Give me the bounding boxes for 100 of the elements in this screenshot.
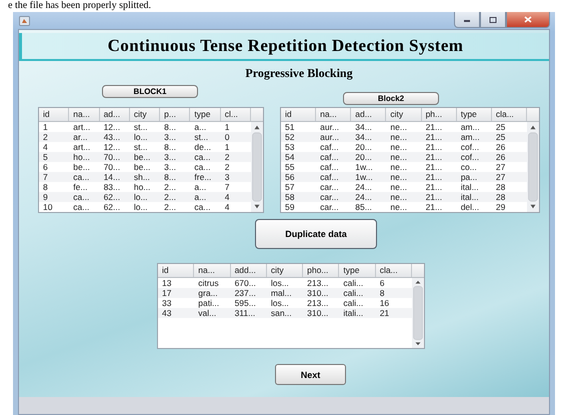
table-cell-text: 55 (284, 162, 296, 172)
table-cell-text: 7 (224, 182, 230, 192)
column-header[interactable]: type (456, 108, 492, 121)
table-cell-text: los... (270, 278, 290, 288)
column-header[interactable]: city (266, 264, 304, 277)
table-cell-text: 34... (354, 132, 373, 142)
column-header[interactable]: na... (69, 108, 100, 121)
table-cell-text: 3... (163, 162, 177, 172)
scrollbar-icon[interactable] (251, 122, 263, 212)
close-button[interactable] (506, 12, 550, 28)
table-cell-text: 1 (224, 142, 230, 152)
duplicate-data-button[interactable]: Duplicate data (255, 219, 377, 249)
document-text: e the file has been properly splitted. (7, 0, 152, 12)
table-cell-text: caf... (319, 172, 340, 182)
table-cell-text: 28 (494, 182, 506, 192)
table-cell-text: 6 (42, 162, 49, 172)
table-cell-text: 6 (378, 278, 386, 288)
table-cell-text: 595... (234, 298, 257, 308)
table-cell-text: 57 (284, 182, 296, 192)
table-cell-text: ne... (389, 192, 408, 202)
data-table[interactable] (280, 107, 540, 213)
table-cell-text: 26 (494, 152, 506, 162)
table-cell-text: 21... (424, 132, 444, 142)
column-header[interactable]: ad... (100, 108, 130, 121)
minimize-button[interactable] (454, 12, 480, 28)
table-cell-text: 9 (42, 192, 49, 202)
column-header[interactable]: cla... (376, 264, 412, 277)
table-cell-text: ca... (193, 202, 212, 212)
table-cell-text: 26 (494, 142, 506, 152)
table-cell-text: 21... (424, 162, 444, 172)
table-cell-text: lo... (132, 202, 149, 212)
table-cell-text: 24... (354, 182, 373, 192)
table-cell-text: car... (319, 202, 340, 212)
maximize-button[interactable] (480, 12, 506, 28)
column-header[interactable]: ad... (351, 108, 386, 121)
table-cell-text: 21... (424, 152, 444, 162)
table-cell-text: ne... (389, 152, 408, 162)
table-cell-text: ne... (389, 162, 408, 172)
table-cell-text: ca... (193, 162, 212, 172)
column-header[interactable]: pho... (303, 264, 340, 277)
table-cell-text: de... (193, 142, 212, 152)
table-cell-text: ar... (72, 132, 88, 142)
column-header[interactable]: na... (316, 108, 352, 121)
table-cell-text: 3 (224, 172, 230, 182)
column-header[interactable]: id (158, 264, 194, 277)
close-icon (524, 16, 532, 23)
table-cell-text: cali... (342, 278, 364, 288)
column-header[interactable]: cl... (220, 108, 251, 121)
column-header[interactable]: add... (230, 264, 267, 277)
table-cell-text: 56 (284, 172, 296, 182)
column-header[interactable]: type (339, 264, 376, 277)
table-cell-text: 28 (494, 192, 506, 202)
table-cell-text: 2 (224, 162, 230, 172)
block-button[interactable]: BLOCK1 (102, 85, 198, 98)
table-cell-text: ne... (389, 182, 408, 192)
data-table[interactable] (38, 107, 264, 213)
table-cell-text: gra... (197, 288, 219, 298)
block-button[interactable]: Block2 (343, 92, 439, 105)
scrollbar-icon[interactable] (412, 278, 424, 348)
data-table[interactable] (157, 263, 425, 349)
table-cell-text: 70... (102, 162, 122, 172)
table-cell-text: 20... (354, 142, 373, 152)
column-header[interactable]: cla... (492, 108, 527, 121)
column-header[interactable]: p... (160, 108, 190, 121)
table-cell-text: co... (460, 162, 478, 172)
table-cell-text: ne... (389, 132, 408, 142)
column-header[interactable]: id (39, 108, 70, 121)
table-cell-text: val... (197, 308, 218, 318)
table-cell-text: 53 (284, 142, 296, 152)
table-cell-text: am... (460, 122, 481, 132)
table-cell-text: 2... (163, 202, 177, 212)
table-cell-text: 21... (424, 192, 444, 202)
table-cell-text: fre... (193, 172, 212, 182)
column-header[interactable]: id (281, 108, 316, 121)
table-cell-text: ne... (389, 142, 408, 152)
column-header[interactable]: ph... (422, 108, 457, 121)
table-cell-text: 8... (163, 172, 177, 182)
table-cell-text: 21 (378, 308, 390, 318)
scrollbar-icon[interactable] (527, 122, 539, 212)
table-cell-text: 12... (102, 122, 122, 132)
table-cell-text: 27 (494, 162, 506, 172)
table-cell-text: 70... (102, 152, 122, 162)
table-cell-text: st... (132, 142, 149, 152)
table-cell-text: 5 (42, 152, 49, 162)
table-cell-text: 8 (378, 288, 386, 298)
next-button[interactable]: Next (275, 364, 346, 385)
column-header[interactable]: city (130, 108, 160, 121)
table-cell-text: 213... (306, 298, 330, 308)
column-header[interactable]: na... (194, 264, 231, 277)
column-header[interactable]: type (190, 108, 221, 121)
app-icon (19, 16, 30, 26)
table-cell-text: itali... (342, 308, 364, 318)
column-header[interactable]: city (386, 108, 422, 121)
table-cell-text: 7 (42, 172, 49, 182)
table-cell-text: 1w... (354, 172, 374, 182)
table-cell-text: 213... (306, 278, 330, 288)
table-cell-text: 29 (494, 202, 506, 212)
table-cell-text: 1 (42, 122, 49, 132)
table-cell-text: 34... (354, 122, 373, 132)
table-cell-text: 43... (102, 132, 122, 142)
